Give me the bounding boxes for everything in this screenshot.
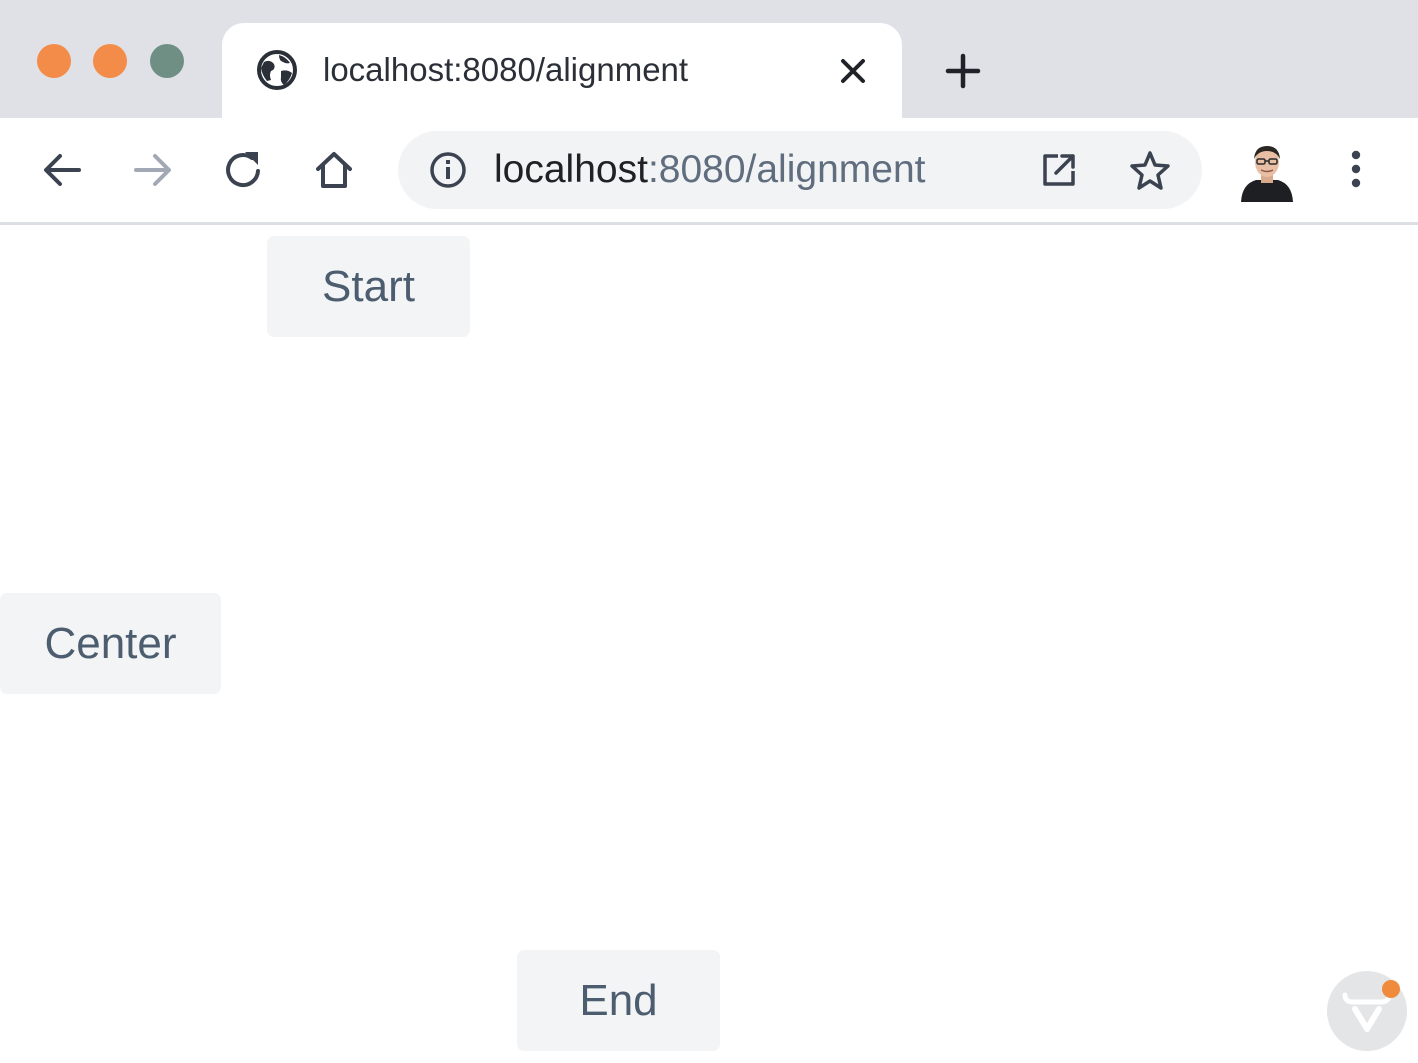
plus-icon[interactable] (940, 48, 986, 94)
window-minimize-button[interactable] (93, 44, 127, 78)
info-icon[interactable] (428, 150, 468, 190)
globe-icon (257, 50, 297, 90)
home-icon[interactable] (311, 147, 357, 193)
vaadin-devtools-icon[interactable] (1327, 971, 1407, 1051)
open-external-icon[interactable] (1038, 149, 1080, 191)
arrow-left-icon[interactable] (39, 147, 85, 193)
address-bar[interactable]: localhost:8080/alignment (398, 131, 1202, 209)
devtools-notification-dot (1382, 980, 1400, 998)
address-path: :8080/alignment (647, 148, 926, 191)
end-button[interactable]: End (517, 950, 720, 1051)
avatar[interactable] (1238, 140, 1296, 202)
center-button[interactable]: Center (0, 593, 221, 694)
tab-title: localhost:8080/alignment (323, 51, 689, 88)
window-maximize-button[interactable] (150, 44, 184, 78)
page-content: Start Center End (0, 225, 1418, 1063)
tab-strip: localhost:8080/alignment (0, 0, 1418, 118)
address-host: localhost (494, 148, 648, 191)
tab-alignment[interactable]: localhost:8080/alignment (222, 23, 902, 118)
star-icon[interactable] (1128, 148, 1172, 192)
kebab-menu-icon[interactable] (1338, 146, 1374, 192)
reload-icon[interactable] (221, 147, 267, 193)
close-icon[interactable] (834, 52, 872, 90)
browser-window: localhost:8080/alignment localhost:8080/… (0, 0, 1418, 1063)
address-url[interactable]: localhost:8080/alignment (494, 147, 925, 193)
arrow-right-icon[interactable] (130, 147, 176, 193)
start-button[interactable]: Start (267, 236, 470, 337)
window-close-button[interactable] (37, 44, 71, 78)
browser-toolbar: localhost:8080/alignment (0, 118, 1418, 225)
